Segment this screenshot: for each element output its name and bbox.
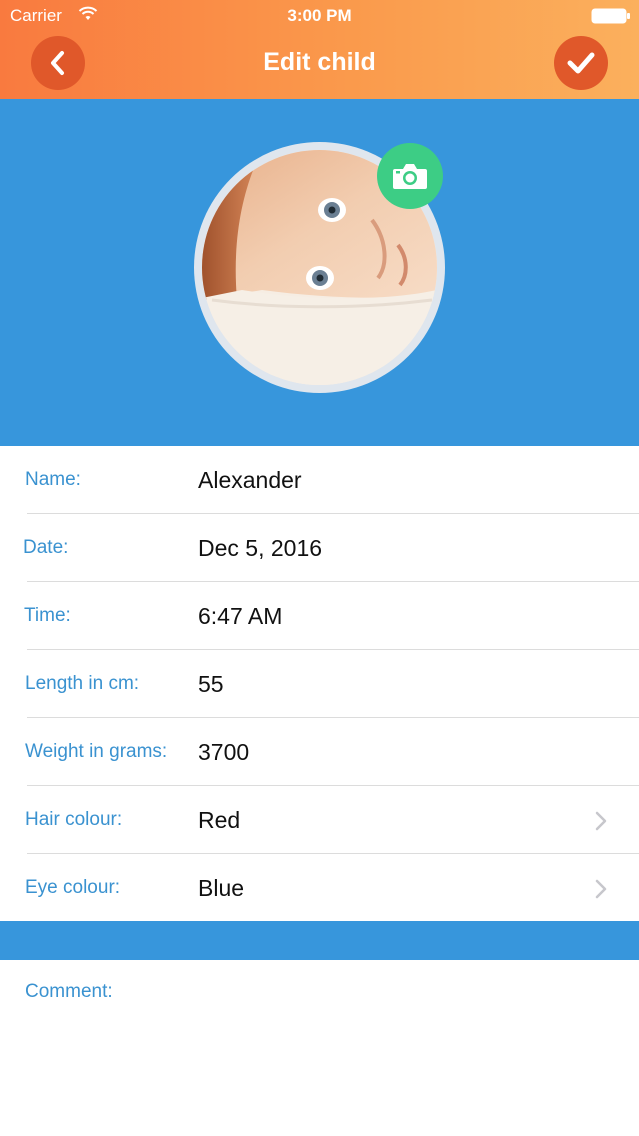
header-bar: Carrier 3:00 PM Edit child [0,0,639,99]
status-bar: Carrier 3:00 PM [0,0,639,32]
photo-area [0,99,639,446]
hair-colour-label: Hair colour: [25,809,123,830]
date-field[interactable]: Dec 5, 2016 [198,514,322,582]
length-field[interactable]: 55 [198,650,224,718]
eye-colour-label: Eye colour: [25,877,121,898]
date-label: Date: [23,537,69,558]
length-label: Length in cm: [25,673,140,694]
weight-label: Weight in grams: [25,741,168,762]
date-row[interactable]: Date: Dec 5, 2016 [0,514,639,582]
hair-colour-value: Red [198,807,241,833]
hair-colour-row[interactable]: Hair colour: Red [0,786,639,854]
section-separator [0,921,639,960]
camera-icon [393,164,427,189]
checkmark-icon [567,52,595,74]
time-field[interactable]: 6:47 AM [198,582,282,650]
status-time: 3:00 PM [287,6,352,25]
page-title: Edit child [263,48,376,76]
eye-colour-row[interactable]: Eye colour: Blue [0,854,639,922]
name-field[interactable]: Alexander [198,446,302,514]
weight-row[interactable]: Weight in grams: 3700 [0,718,639,786]
comment-label: Comment: [25,981,113,1002]
name-row[interactable]: Name: Alexander [0,446,639,514]
eye-colour-value: Blue [198,875,245,901]
child-details-form: Name: Alexander Date: Dec 5, 2016 Time: … [0,446,639,922]
save-button[interactable] [554,36,608,90]
time-label: Time: [24,605,71,626]
weight-field[interactable]: 3700 [198,718,249,786]
length-row[interactable]: Length in cm: 55 [0,650,639,718]
battery-icon [591,8,630,24]
name-label: Name: [25,469,81,490]
camera-button[interactable] [377,143,443,209]
time-row[interactable]: Time: 6:47 AM [0,582,639,650]
chevron-right-icon [595,811,607,831]
chevron-right-icon [595,879,607,899]
